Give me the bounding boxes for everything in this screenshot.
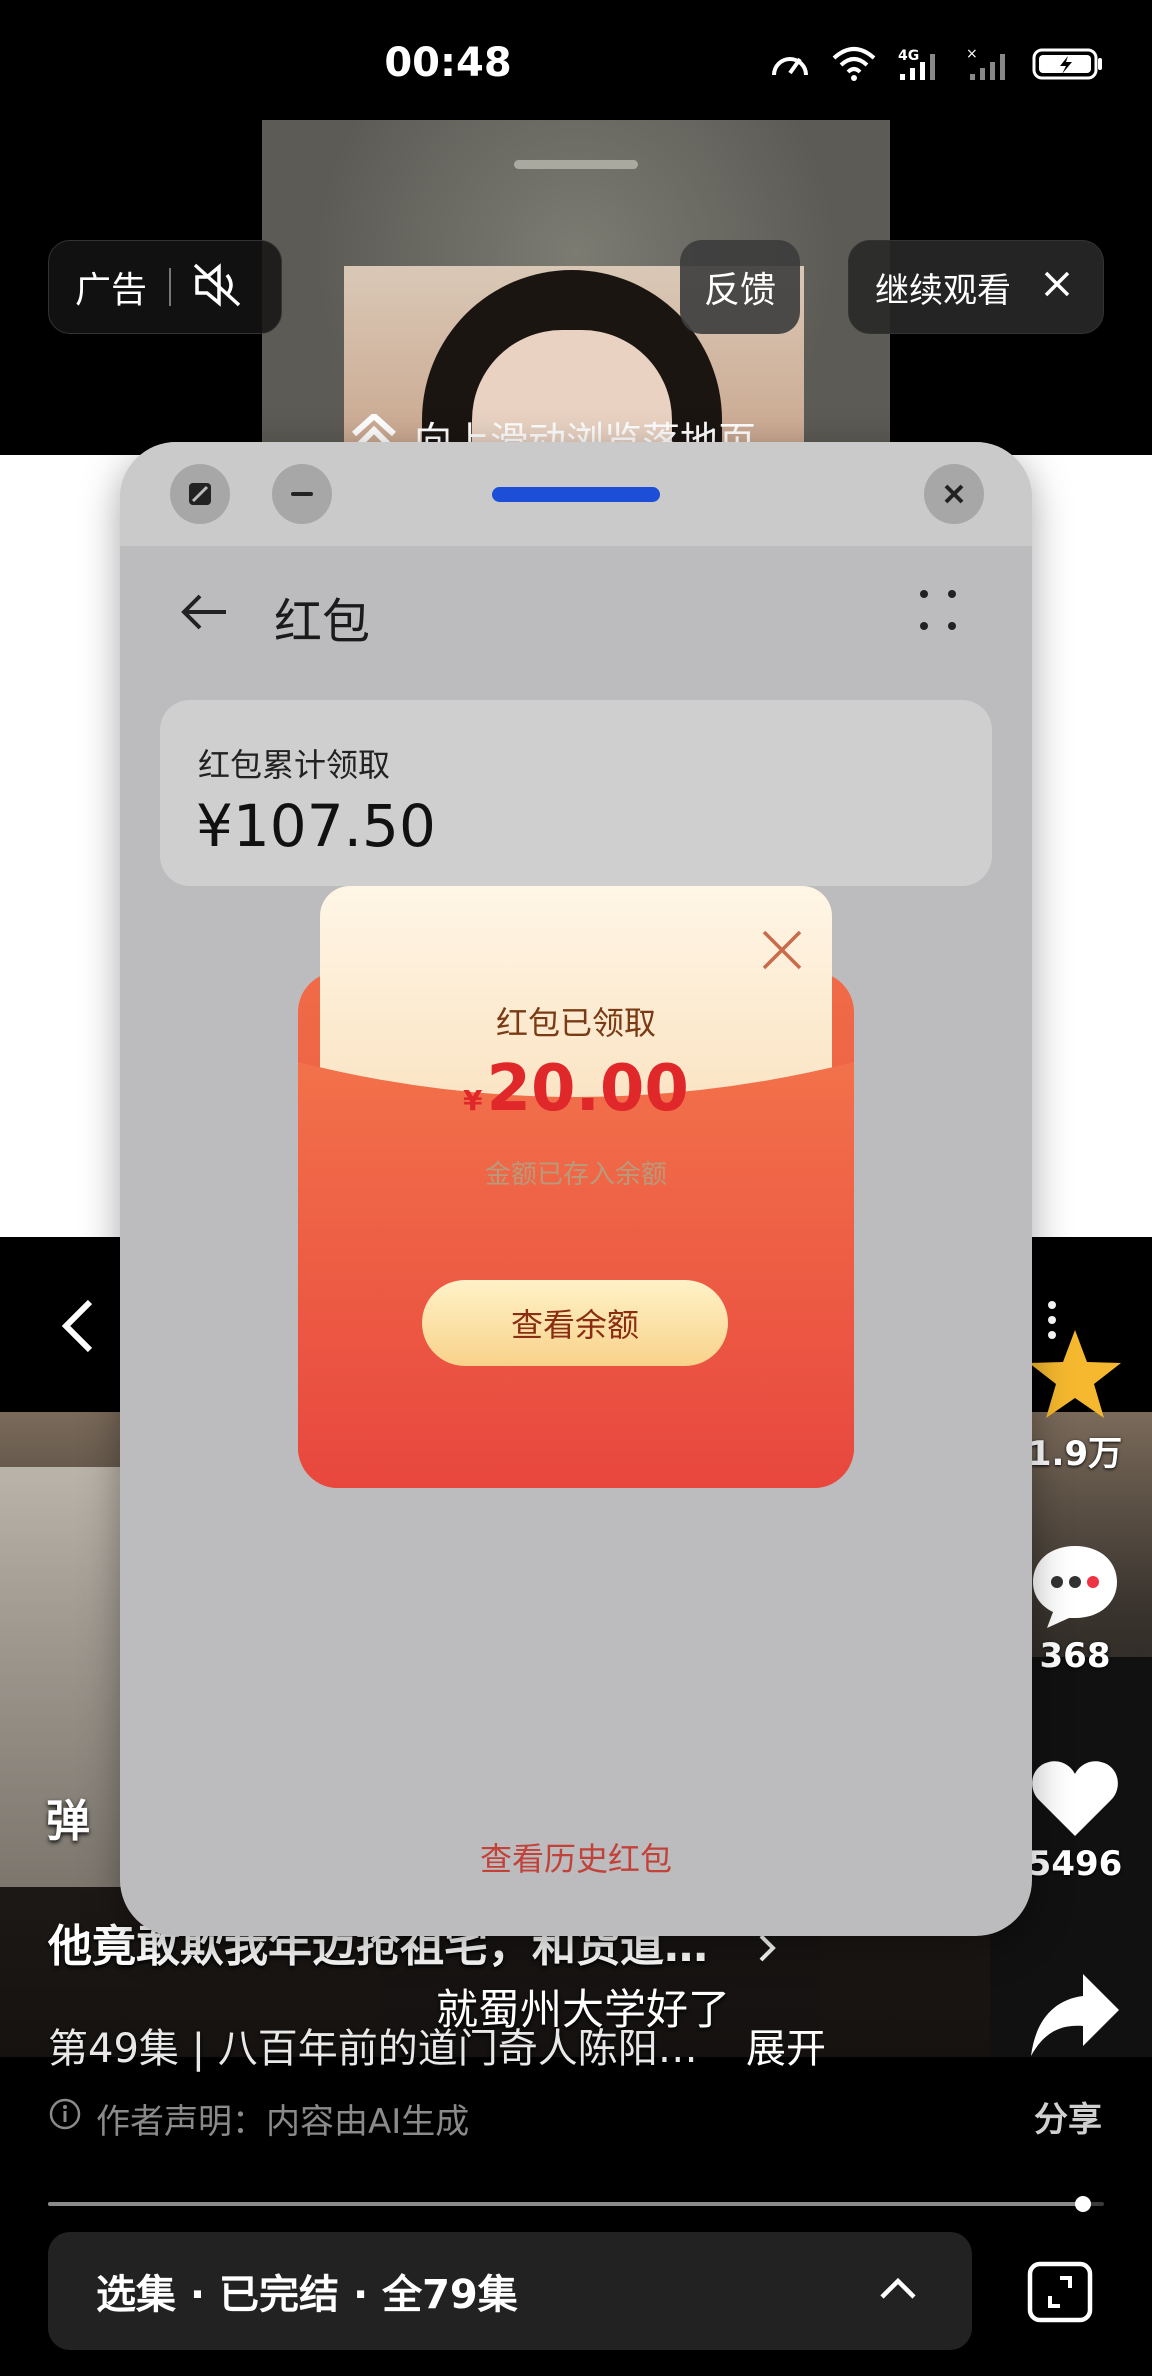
expand-window-icon[interactable] — [170, 464, 230, 524]
red-packet-value: 20.00 — [486, 1052, 689, 1126]
heart-icon — [1032, 1761, 1118, 1836]
close-icon[interactable] — [1043, 267, 1071, 307]
signal-icon: × — [966, 46, 1005, 80]
battery-charging-icon — [1032, 48, 1102, 80]
red-packet-title: 红包已领取 — [495, 1004, 656, 1042]
red-packet-note: 金额已存入余额 — [484, 1160, 667, 1190]
more-menu-icon[interactable] — [918, 588, 958, 636]
floating-window: 红包 红包累计领取 ¥107.50 红包已领取 ¥20.00 金额已存入余额 查… — [120, 442, 1032, 1936]
total-received-amount: ¥107.50 — [196, 792, 436, 860]
signal-4g-icon: 4G — [898, 48, 935, 80]
continue-watching-button[interactable]: 继续观看 — [848, 240, 1104, 334]
status-icons: 4G × — [770, 46, 1104, 82]
ai-disclaimer: 作者声明：内容由AI生成 — [48, 2094, 469, 2143]
ad-badge: 广告 — [48, 240, 282, 334]
red-packet-currency: ¥ — [463, 1084, 483, 1117]
ad-label: 广告 — [75, 270, 148, 311]
wifi-icon — [832, 47, 876, 81]
share-action[interactable] — [1000, 1970, 1150, 2066]
expand-button[interactable]: 展开 — [746, 2016, 826, 2074]
progress-fill — [48, 2202, 1083, 2206]
info-icon — [48, 2097, 82, 2140]
progress-thumb[interactable] — [1074, 2196, 1091, 2212]
view-balance-button[interactable]: 查看余额 — [422, 1280, 728, 1366]
window-drag-handle[interactable] — [492, 487, 660, 502]
episode-info: 第49集 | 八百年前的道门奇人陈阳… — [48, 2026, 698, 2072]
speed-icon — [772, 57, 808, 76]
close-window-icon[interactable] — [924, 464, 984, 524]
red-packet-close-icon[interactable] — [760, 928, 804, 976]
minimize-window-icon[interactable] — [272, 464, 332, 524]
continue-watching-label: 继续观看 — [875, 270, 1011, 311]
svg-text:×: × — [966, 46, 978, 62]
ad-drag-handle[interactable] — [514, 160, 638, 169]
total-received-label: 红包累计领取 — [198, 746, 391, 784]
view-history-link[interactable]: 查看历史红包 — [120, 1834, 1032, 1880]
speaker-muted-icon[interactable] — [191, 261, 243, 313]
fullscreen-rotate-icon[interactable] — [1024, 2258, 1096, 2330]
danmaku-text: 弹 — [46, 1796, 90, 1847]
back-arrow-icon[interactable] — [178, 590, 230, 638]
back-button[interactable] — [58, 1296, 98, 1360]
clock: 00:48 — [384, 40, 512, 86]
disclaimer-text: 作者声明：内容由AI生成 — [96, 2102, 470, 2142]
share-icon — [1031, 1974, 1119, 2056]
svg-text:4G: 4G — [898, 48, 919, 64]
status-bar: 00:48 4G × — [0, 0, 1152, 130]
page-title: 红包 — [274, 594, 371, 650]
feedback-button[interactable]: 反馈 — [680, 240, 800, 334]
chevron-up-icon — [878, 2277, 918, 2305]
red-packet-amount: ¥20.00 — [320, 1052, 832, 1126]
episodes-label: 选集 · 已完结 · 全79集 — [96, 2272, 518, 2318]
star-icon — [1029, 1330, 1121, 1418]
total-received-card: 红包累计领取 ¥107.50 — [160, 700, 992, 886]
episodes-selector[interactable]: 选集 · 已完结 · 全79集 — [48, 2232, 972, 2350]
comment-icon — [1033, 1546, 1117, 1628]
ad-divider — [169, 268, 172, 306]
share-label[interactable]: 分享 — [1034, 2092, 1102, 2141]
